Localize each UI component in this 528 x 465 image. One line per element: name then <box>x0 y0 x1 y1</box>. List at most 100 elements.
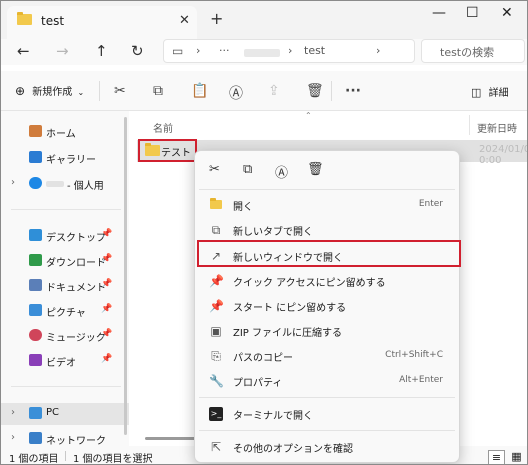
status-item-count: 1 個の項目 <box>9 454 59 465</box>
menu-item-label: ターミナルで開く <box>233 411 313 422</box>
sidebar-item-gallery[interactable]: ギャラリー <box>1 147 129 169</box>
pin-icon: 📌 <box>101 279 113 289</box>
menu-item-copy-path[interactable]: ⎘ パスのコピー Ctrl+Shift+C <box>199 344 455 368</box>
paste-icon[interactable]: 📋 <box>191 83 208 99</box>
home-icon <box>29 125 42 137</box>
address-bar: ← → ↑ ↻ ▭ › ··· › test › testの検索 <box>1 39 527 65</box>
pictures-icon <box>29 304 42 316</box>
delete-icon[interactable]: 🗑 <box>306 83 324 99</box>
file-date: 2024/01/01 0:00 <box>479 144 527 166</box>
sidebar-item-videos[interactable]: ビデオ 📌 <box>1 350 129 372</box>
back-icon[interactable]: ← <box>17 42 30 60</box>
sidebar-item-label: ギャラリー <box>46 155 96 166</box>
nav-scrollbar[interactable] <box>124 117 127 435</box>
menu-item-open-new-tab[interactable]: ⧉ 新しいタブで開く <box>199 218 455 242</box>
menu-item-label: プロパティ <box>233 378 283 389</box>
search-placeholder: testの検索 <box>440 46 495 59</box>
breadcrumb-more[interactable]: ··· <box>219 44 230 57</box>
menu-item-open-terminal[interactable]: >_ ターミナルで開く <box>199 402 455 426</box>
pin-icon: 📌 <box>101 354 113 364</box>
chevron-right-icon[interactable]: › <box>11 432 15 443</box>
forward-icon[interactable]: → <box>56 42 69 60</box>
menu-item-compress-zip[interactable]: ▣ ZIP ファイルに圧縮する <box>199 319 455 343</box>
copy-path-icon: ⎘ <box>211 349 221 363</box>
folder-icon <box>17 12 32 25</box>
menu-item-open[interactable]: 開く Enter <box>199 193 455 217</box>
document-icon <box>29 279 42 291</box>
sidebar-item-label: ミュージック <box>46 333 106 344</box>
refresh-icon[interactable]: ↻ <box>131 42 144 60</box>
pin-icon: 📌 <box>101 329 113 339</box>
menu-item-properties[interactable]: 🔧 プロパティ Alt+Enter <box>199 369 455 393</box>
minimize-icon[interactable]: — <box>432 5 446 21</box>
sidebar-item-desktop[interactable]: デスクトップ 📌 <box>1 225 129 247</box>
maximize-icon[interactable]: ☐ <box>466 5 479 21</box>
plus-circle-icon: ⊕ <box>15 84 26 98</box>
nav-divider <box>11 386 121 387</box>
address-input[interactable]: ▭ › ··· › test › <box>163 39 415 63</box>
more-options-icon: ⇱ <box>210 440 222 454</box>
details-button[interactable]: ◫ 詳細 <box>471 84 509 99</box>
sidebar-item-documents[interactable]: ドキュメント 📌 <box>1 275 129 297</box>
delete-icon[interactable]: 🗑 <box>307 162 324 177</box>
search-input[interactable]: testの検索 <box>421 39 525 63</box>
sidebar-item-downloads[interactable]: ダウンロード 📌 <box>1 250 129 272</box>
redacted-account-name <box>46 181 64 187</box>
tab-close-icon[interactable]: ✕ <box>179 13 190 28</box>
sidebar-item-music[interactable]: ミュージック 📌 <box>1 325 129 347</box>
cut-icon[interactable]: ✂ <box>209 162 220 177</box>
chevron-right-icon[interactable]: › <box>11 407 15 418</box>
menu-item-pin-start[interactable]: 📌 スタート にピン留めする <box>199 294 455 318</box>
music-icon <box>29 329 42 341</box>
menu-item-label: パスのコピー <box>233 353 293 364</box>
sidebar-item-pc[interactable]: › PC <box>1 403 129 425</box>
sidebar-item-home[interactable]: ホーム <box>1 121 129 143</box>
sidebar-item-label: - 個人用 <box>67 181 104 192</box>
pin-icon: 📌 <box>101 304 113 314</box>
breadcrumb-separator: › <box>288 44 293 57</box>
rename-icon[interactable]: Ⓐ <box>275 162 288 181</box>
wrench-icon: 🔧 <box>209 374 224 388</box>
breadcrumb-dropdown-icon[interactable]: › <box>376 44 380 57</box>
file-explorer-window: test ✕ + — ☐ ✕ ← → ↑ ↻ ▭ › ··· › test › … <box>0 0 528 465</box>
details-view-icon[interactable]: ≡ <box>488 450 505 464</box>
menu-item-more-options[interactable]: ⇱ その他のオプションを確認 <box>199 435 455 459</box>
cut-icon[interactable]: ✂ <box>114 83 126 99</box>
breadcrumb-current[interactable]: test <box>304 44 325 57</box>
tab-test[interactable]: test ✕ <box>7 6 197 39</box>
details-label: 詳細 <box>488 88 509 99</box>
details-pane-icon: ◫ <box>471 86 482 99</box>
rename-icon[interactable]: Ⓐ <box>229 83 243 103</box>
pin-icon: 📌 <box>209 274 224 288</box>
menu-item-pin-quick-access[interactable]: 📌 クイック アクセスにピン留めする <box>199 269 455 293</box>
tiles-view-icon[interactable]: ▦ <box>508 450 525 464</box>
desktop-icon <box>29 229 42 241</box>
status-selected-count: 1 個の項目を選択 <box>73 454 153 465</box>
sidebar-item-label: ビデオ <box>46 358 76 369</box>
sidebar-item-onedrive[interactable]: › - 個人用 <box>1 173 129 195</box>
command-bar: ⊕ 新規作成 ⌄ ✂ ⧉ 📋 Ⓐ ⇪ 🗑 ··· ◫ 詳細 <box>1 71 527 111</box>
new-tab-icon[interactable]: + <box>210 9 223 28</box>
menu-divider <box>199 189 455 190</box>
download-icon <box>29 254 42 266</box>
share-icon[interactable]: ⇪ <box>268 83 280 99</box>
pin-icon: 📌 <box>101 254 113 264</box>
sidebar-item-pictures[interactable]: ピクチャ 📌 <box>1 300 129 322</box>
new-button[interactable]: ⊕ 新規作成 ⌄ <box>15 83 84 98</box>
more-options-icon[interactable]: ··· <box>345 83 361 99</box>
copy-icon[interactable]: ⧉ <box>243 162 252 177</box>
network-icon <box>29 432 42 444</box>
copy-icon[interactable]: ⧉ <box>153 83 163 99</box>
pin-icon: 📌 <box>101 229 113 239</box>
column-header-name[interactable]: 名前 <box>153 120 173 135</box>
column-header-date[interactable]: 更新日時 <box>477 120 517 135</box>
chevron-right-icon[interactable]: › <box>11 177 15 188</box>
context-menu: ✂ ⧉ Ⓐ 🗑 開く Enter ⧉ 新しいタブで開く ↗ 新しいウィンドウで開… <box>194 150 460 463</box>
close-window-icon[interactable]: ✕ <box>501 5 513 21</box>
breadcrumb-separator: › <box>196 44 201 57</box>
column-divider[interactable] <box>469 115 470 135</box>
menu-divider <box>199 430 455 431</box>
new-tab-icon: ⧉ <box>211 223 221 237</box>
up-icon[interactable]: ↑ <box>95 42 108 60</box>
highlight-box-menu-item <box>197 240 461 267</box>
